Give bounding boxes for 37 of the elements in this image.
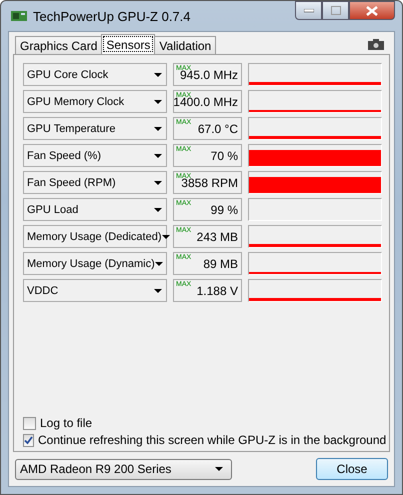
window-title: TechPowerUp GPU-Z 0.7.4 [33, 8, 191, 24]
close-dialog-button[interactable]: Close [316, 458, 388, 480]
minimize-button[interactable] [295, 1, 322, 20]
device-dropdown[interactable]: AMD Radeon R9 200 Series [15, 458, 232, 480]
sensor-dropdown[interactable]: GPU Load [23, 198, 167, 221]
minimize-icon [304, 8, 314, 12]
caret-icon [215, 467, 223, 471]
checkbox-label: Log to file [40, 416, 92, 430]
sensor-dropdown[interactable]: Memory Usage (Dynamic) [23, 252, 167, 275]
caret-icon [154, 72, 162, 76]
camera-icon[interactable] [368, 39, 384, 50]
sensor-dropdown[interactable]: GPU Memory Clock [23, 90, 167, 113]
caret-icon [154, 126, 162, 130]
caret-icon [154, 154, 162, 158]
close-button[interactable] [349, 1, 395, 20]
caret-icon [154, 100, 162, 104]
checkbox[interactable] [23, 434, 34, 446]
tab[interactable]: Validation [154, 36, 216, 54]
maximize-button[interactable] [322, 1, 349, 20]
close-icon [366, 6, 378, 16]
checkbox-label: Continue refreshing this screen while GPU-Z is in the background [38, 433, 386, 447]
caret-icon [162, 234, 170, 238]
graphics-card-icon [11, 10, 27, 22]
tab[interactable]: Sensors [101, 34, 156, 54]
caret-icon [154, 180, 162, 184]
caret-icon [154, 262, 163, 266]
sensor-dropdown[interactable]: GPU Core Clock [23, 63, 167, 86]
sensor-dropdown[interactable]: Fan Speed (RPM) [23, 171, 167, 194]
sensor-dropdown[interactable]: Fan Speed (%) [23, 144, 167, 167]
caret-icon [154, 208, 162, 212]
sensor-dropdown[interactable]: VDDC [23, 279, 167, 302]
checkbox[interactable] [23, 416, 36, 430]
sensor-dropdown[interactable]: Memory Usage (Dedicated) [23, 225, 167, 248]
caret-icon [154, 288, 162, 292]
tab[interactable]: Graphics Card [15, 36, 102, 54]
sensor-dropdown[interactable]: GPU Temperature [23, 117, 167, 140]
maximize-icon [330, 6, 340, 15]
